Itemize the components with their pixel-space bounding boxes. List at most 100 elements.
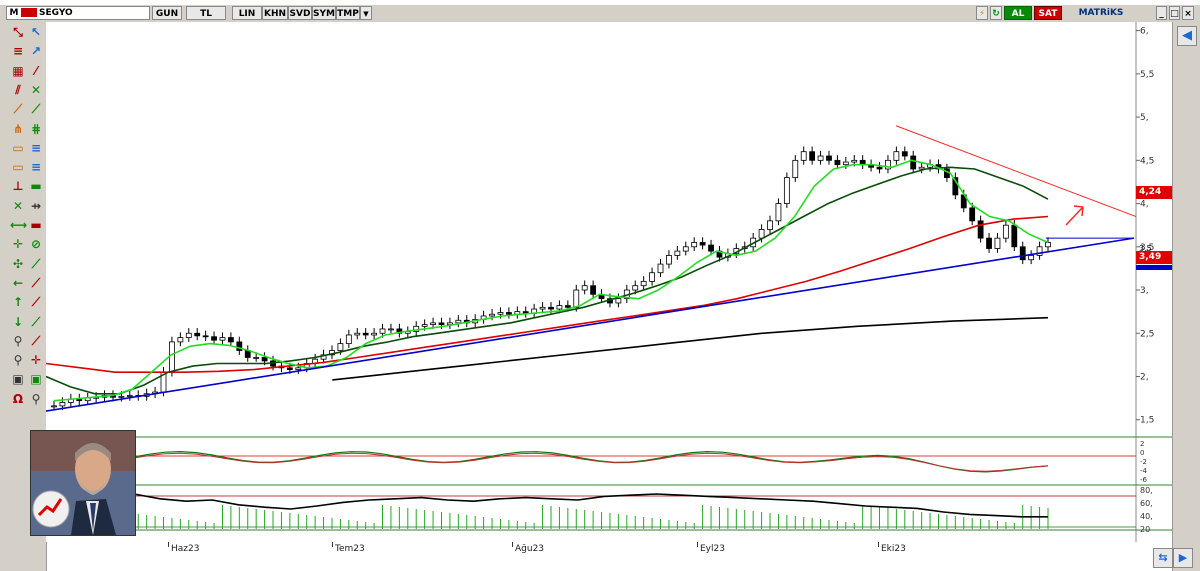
pencil-icon[interactable]: ⟋ [28,294,44,310]
brand-label: MATRiKS [1066,6,1136,20]
refresh-scroll-icon[interactable]: ⇆ [1153,548,1173,568]
candle-body [800,151,807,161]
marker-icon[interactable]: ⟋ [28,333,44,349]
chart-type-button[interactable]: KHN [262,6,288,20]
trend-icon[interactable]: ⤡ [10,24,26,40]
candle-body [581,285,588,291]
symbol-button[interactable]: SYM [312,6,336,20]
fork-icon[interactable]: ⋔ [10,121,26,137]
save-button[interactable]: SVD [288,6,312,20]
candle-body [51,405,57,408]
symbol-box[interactable]: M SEGYO [6,6,150,20]
cursor-icon[interactable]: ✛ [10,236,26,252]
frame-icon[interactable]: ▣ [10,371,26,387]
candle-body [1002,224,1009,239]
candle-body [615,298,622,304]
find-icon[interactable]: ⚲ [28,391,44,407]
candle-body [910,155,917,170]
star-icon[interactable]: ✣ [10,256,26,272]
channel-icon[interactable]: ⟋ [28,101,44,117]
symbol-name: SEGYO [39,8,73,18]
buy-button[interactable]: AL [1004,6,1032,20]
template-button[interactable]: TMP [336,6,360,20]
candle-body [826,155,832,161]
candle-body [548,306,554,310]
candle-body [699,242,706,246]
bar-icon[interactable]: ▬ [28,178,44,194]
pen-icon[interactable]: ⟋ [28,275,44,291]
scroll-right-icon[interactable]: ▶ [1173,548,1193,568]
zoom-icon[interactable]: ⊘ [28,236,44,252]
base-icon[interactable]: ⊥ [10,178,26,194]
maximize-button[interactable]: □ [1169,6,1180,20]
linear-button[interactable]: LIN [232,6,262,20]
right-panel: ◀ [1172,22,1200,571]
minimize-button[interactable]: _ [1156,6,1167,20]
lines-icon[interactable]: ≡ [10,43,26,59]
cross-icon[interactable]: ✕ [28,82,44,98]
currency-button[interactable]: TL [186,6,226,20]
band-icon[interactable]: ▬ [28,217,44,233]
candle-body [573,289,580,308]
parallel-icon[interactable]: ⫽ [10,82,26,98]
box-icon[interactable]: ▭ [10,159,26,175]
brush-icon[interactable]: ⟋ [28,314,44,330]
line-icon[interactable]: ⁄ [28,63,44,79]
layout-icon[interactable]: ▣ [28,371,44,387]
top-toolbar: M SEGYO GUN TL LIN KHN SVD SYM TMP ▼ ⚡ ↻ … [0,5,1200,23]
sell-button[interactable]: SAT [1034,6,1062,20]
candle-body [809,151,816,161]
osc-tick-label: -6 [1140,476,1148,484]
magnifier-icon[interactable]: ⚲ [10,333,26,349]
candle-body [649,272,655,282]
fib-icon[interactable]: ≡ [28,140,44,156]
arrow-icon[interactable]: ↗ [28,43,44,59]
price-tick-label: 6, [1140,27,1149,37]
refresh-icon[interactable]: ↻ [990,6,1002,20]
osc-tick-label: 2 [1140,440,1144,448]
left-arrow-icon[interactable]: ← [10,275,26,291]
close-button[interactable]: × [1182,6,1194,20]
search-icon[interactable]: ⚲ [10,352,26,368]
period-button[interactable]: GUN [152,6,182,20]
candle-body [177,337,184,343]
candle-body [362,332,369,336]
candle-body [371,332,378,336]
candle-body [977,220,984,239]
dropdown-icon[interactable]: ▼ [360,6,372,20]
candle-body [295,367,302,370]
pointer-icon[interactable]: ↖ [28,24,44,40]
delete-icon[interactable]: ✕ [10,198,26,214]
rect-icon[interactable]: ▭ [10,140,26,156]
price-tick-label: 5,5 [1140,70,1154,80]
hash-icon[interactable]: ⋕ [28,121,44,137]
candle-body [219,337,226,341]
candle-body [253,357,260,359]
magnet-icon[interactable]: Ω [10,391,26,407]
plus-icon[interactable]: ✛ [28,352,44,368]
price-chart[interactable]: 6,5,55,4,54,3,53,2,52,1,520-2-4-680,60,4… [46,22,1172,542]
price-tag-upper: 4,24 [1136,186,1172,199]
scroll-controls[interactable]: ⇆ ▶ [1153,548,1193,568]
time-tick [168,542,169,547]
candle-body [438,322,445,326]
down-arrow-icon[interactable]: ↓ [10,314,26,330]
price-tick-label: 5, [1140,113,1149,123]
grid-icon[interactable]: ▦ [10,63,26,79]
draw-icon[interactable]: ⟋ [28,256,44,272]
candle-body [1019,246,1026,261]
lightning-icon[interactable]: ⚡ [976,6,988,20]
extend-icon[interactable]: ⇸ [28,198,44,214]
candle-body [59,402,66,407]
up-arrow-icon[interactable]: ↑ [10,294,26,310]
candle-body [851,159,858,163]
back-arrow-icon[interactable]: ◀ [1177,26,1197,46]
candle-body [674,250,681,256]
price-tick-label: 3, [1140,286,1149,296]
levels-icon[interactable]: ≡ [28,159,44,175]
candle-body [666,255,672,265]
move-icon[interactable]: ⟷ [10,217,27,233]
candle-body [708,244,714,252]
ray-icon[interactable]: ⟋ [10,101,26,117]
candle-body [539,306,546,310]
